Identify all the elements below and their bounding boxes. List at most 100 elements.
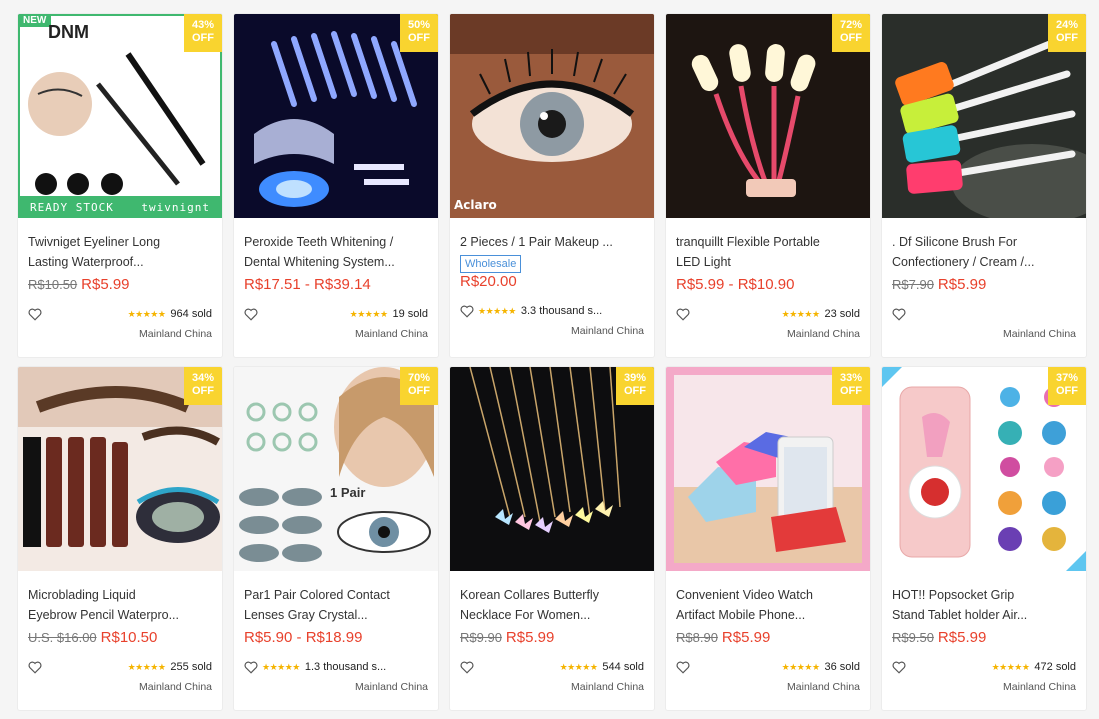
discount-off: OFF [408,32,430,44]
discount-off: OFF [192,32,214,44]
product-title-line1: Twivniget Eyeliner Long [28,235,161,249]
product-image[interactable]: 39% OFF [450,367,654,571]
product-image[interactable]: 34% OFF [18,367,222,571]
rating-stars: ★★★★★ [127,661,166,672]
heart-outline-icon[interactable] [892,661,906,674]
product-image[interactable]: 33% OFF [666,367,870,571]
ready-stock-banner: READY STOCK twivnignt [18,196,222,218]
original-price: R$8.90 [676,630,718,645]
rating-stars: ★★★★★ [127,308,166,319]
current-price: R$5.99 [81,276,130,293]
product-card[interactable]: 34% OFF Microblading Liquid Eyebrow Penci… [18,367,222,710]
heart-outline-icon[interactable] [28,661,42,674]
sold-count: 964 sold [170,308,212,320]
ship-from: Mainland China [139,328,212,340]
product-title-line1: Convenient Video Watch [676,588,813,602]
rating-stars: ★★★★★ [559,661,598,672]
product-image[interactable]: NEW DNM READY STOCK twivnignt 43% OFF [18,14,222,218]
product-title[interactable]: Par1 Pair Colored Contact Lenses Gray Cr… [244,585,428,625]
new-label: NEW [18,14,52,27]
discount-off: OFF [192,385,214,397]
product-title[interactable]: . Df Silicone Brush For Confectionery / … [892,232,1076,272]
sold-count: 1.3 thousand s... [304,661,387,673]
discount-percent: 34% [191,372,215,384]
discount-percent: 70% [407,372,431,384]
price-row: R$5.99 - R$10.90 [676,276,860,298]
product-card[interactable]: 50% OFF Peroxide Teeth Whitening / Dental… [234,14,438,357]
product-title-line2: Lenses Gray Crystal... [244,608,368,622]
heart-outline-icon[interactable] [892,308,906,321]
original-price: R$10.50 [28,277,78,292]
product-title-line2: Lasting Waterproof... [28,255,144,269]
product-image[interactable]: Aclaro [450,14,654,218]
discount-badge: 37% OFF [1048,367,1086,405]
product-title[interactable]: 2 Pieces / 1 Pair Makeup ... [460,232,644,252]
product-title[interactable]: Korean Collares Butterfly Necklace For W… [460,585,644,625]
sold-count: 3.3 thousand s... [520,305,603,317]
discount-percent: 50% [407,19,431,31]
heart-outline-icon[interactable] [28,308,42,321]
heart-outline-icon[interactable] [244,308,258,321]
ship-from: Mainland China [355,681,428,693]
heart-outline-icon[interactable] [460,661,474,674]
discount-off: OFF [408,385,430,397]
product-title-line2: Eyebrow Pencil Waterpro... [28,608,179,622]
product-title-line2: Artifact Mobile Phone... [676,608,806,622]
product-title[interactable]: Microblading Liquid Eyebrow Pencil Water… [28,585,212,625]
product-title[interactable]: tranquillt Flexible Portable LED Light [676,232,860,272]
discount-badge: 39% OFF [616,367,654,405]
price-row: R$8.90 R$5.99 [676,629,860,651]
product-title-line1: HOT!! Popsocket Grip [892,588,1015,602]
discount-percent: 43% [191,19,215,31]
rating-stars: ★★★★★ [781,308,820,319]
meta-row: ★★★★★ 544 sold [460,659,644,675]
discount-off: OFF [1056,385,1078,397]
product-card[interactable]: Aclaro 2 Pieces / 1 Pair Makeup ... Whol… [450,14,654,357]
ship-from: Mainland China [787,681,860,693]
product-title[interactable]: Peroxide Teeth Whitening / Dental Whiten… [244,232,428,272]
discount-off: OFF [840,385,862,397]
product-image[interactable]: 50% OFF [234,14,438,218]
heart-outline-icon[interactable] [676,308,690,321]
product-image[interactable]: 1 Pair 70% OFF [234,367,438,571]
product-image[interactable]: 37% OFF [882,367,1086,571]
discount-badge: 43% OFF [184,14,222,52]
original-price: R$9.90 [460,630,502,645]
sold-count: 23 sold [824,308,860,320]
product-title[interactable]: HOT!! Popsocket Grip Stand Tablet holder… [892,585,1076,625]
price-row: R$17.51 - R$39.14 [244,276,428,298]
heart-outline-icon[interactable] [244,661,258,674]
ship-from: Mainland China [571,325,644,337]
product-card[interactable]: 33% OFF Convenient Video Watch Artifact M… [666,367,870,710]
current-price: R$5.99 [937,629,987,646]
meta-row: ★★★★★ 1.3 thousand s... [244,659,428,675]
product-title[interactable]: Convenient Video Watch Artifact Mobile P… [676,585,860,625]
product-title[interactable]: Twivniget Eyeliner Long Lasting Waterpro… [28,232,212,272]
product-card[interactable]: 24% OFF . Df Silicone Brush For Confectio… [882,14,1086,357]
product-title-line2: Confectionery / Cream /... [892,255,1035,269]
product-card[interactable]: 37% OFF HOT!! Popsocket Grip Stand Tablet… [882,367,1086,710]
product-card[interactable]: 39% OFF Korean Collares Butterfly Necklac… [450,367,654,710]
rating-stars: ★★★★★ [781,661,820,672]
meta-row [892,306,1076,322]
heart-outline-icon[interactable] [676,661,690,674]
sold-count: 36 sold [824,661,860,673]
discount-percent: 33% [839,372,863,384]
current-price: R$17.51 - R$39.14 [244,276,371,293]
product-card[interactable]: 72% OFF tranquillt Flexible Portable LED … [666,14,870,357]
rating-stars: ★★★★★ [349,308,388,319]
rating-stars: ★★★★★ [991,661,1030,672]
product-card[interactable]: 1 Pair 70% OFF Par1 Pair Colored Contact … [234,367,438,710]
meta-row: ★★★★★ 36 sold [676,659,860,675]
discount-off: OFF [840,32,862,44]
product-card[interactable]: NEW DNM READY STOCK twivnignt 43% OFF Twi… [18,14,222,357]
product-title-line2: Dental Whitening System... [244,255,395,269]
heart-outline-icon[interactable] [460,305,474,318]
product-image[interactable]: 72% OFF [666,14,870,218]
discount-percent: 24% [1055,19,1079,31]
product-image[interactable]: 24% OFF [882,14,1086,218]
discount-badge: 34% OFF [184,367,222,405]
ship-from: Mainland China [787,328,860,340]
discount-badge: 50% OFF [400,14,438,52]
product-title-line2: LED Light [676,255,731,269]
